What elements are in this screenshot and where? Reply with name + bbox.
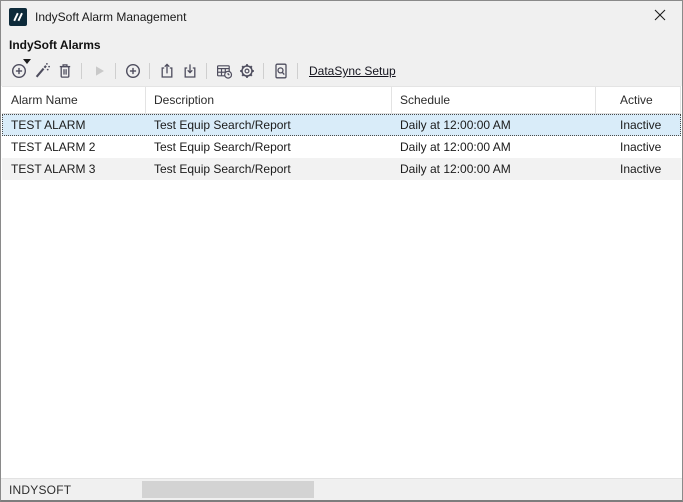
- toolbar-separator: [149, 63, 150, 79]
- plus-circle-dropdown-icon: [10, 62, 28, 80]
- status-bar: INDYSOFT: [1, 478, 682, 500]
- toolbar-separator: [206, 63, 207, 79]
- magic-wand-icon: [33, 62, 51, 80]
- import-button[interactable]: [178, 58, 201, 84]
- window-title: IndySoft Alarm Management: [35, 10, 186, 24]
- delete-button[interactable]: [53, 58, 76, 84]
- column-header-schedule[interactable]: Schedule: [392, 87, 596, 113]
- play-icon: [90, 62, 108, 80]
- toolbar-separator: [81, 63, 82, 79]
- document-magnifier-icon: [272, 62, 290, 80]
- title-bar: IndySoft Alarm Management: [1, 1, 682, 33]
- cell-alarm-name: TEST ALARM: [2, 114, 146, 136]
- cell-description: Test Equip Search/Report: [146, 136, 392, 158]
- add-button[interactable]: [121, 58, 144, 84]
- wizard-button[interactable]: [30, 58, 53, 84]
- toolbar-separator: [297, 63, 298, 79]
- cell-schedule: Daily at 12:00:00 AM: [392, 136, 596, 158]
- column-header-description[interactable]: Description: [146, 87, 392, 113]
- cell-description: Test Equip Search/Report: [146, 114, 392, 136]
- table-row[interactable]: TEST ALARM 2 Test Equip Search/Report Da…: [2, 136, 681, 158]
- close-icon: [654, 9, 666, 24]
- toolbar-separator: [263, 63, 264, 79]
- export-button[interactable]: [155, 58, 178, 84]
- table-row[interactable]: TEST ALARM 3 Test Equip Search/Report Da…: [2, 158, 681, 180]
- progress-bar: [142, 481, 314, 498]
- section-title: IndySoft Alarms: [9, 38, 101, 52]
- cell-alarm-name: TEST ALARM 3: [2, 158, 146, 180]
- toolbar-separator: [115, 63, 116, 79]
- cell-active: Inactive: [596, 114, 681, 136]
- column-header-alarm-name[interactable]: Alarm Name: [2, 87, 146, 113]
- gear-icon: [238, 62, 256, 80]
- add-alarm-dropdown-button[interactable]: [7, 58, 30, 84]
- table-clock-icon: [215, 62, 233, 80]
- app-window: IndySoft Alarm Management IndySoft Alarm…: [0, 0, 683, 502]
- trash-icon: [56, 62, 74, 80]
- cell-active: Inactive: [596, 158, 681, 180]
- table-row[interactable]: TEST ALARM Test Equip Search/Report Dail…: [2, 114, 681, 136]
- toolbar: DataSync Setup: [7, 57, 396, 85]
- run-button[interactable]: [87, 58, 110, 84]
- cell-active: Inactive: [596, 136, 681, 158]
- box-arrow-down-icon: [181, 62, 199, 80]
- alarms-table: Alarm Name Description Schedule Active T…: [2, 86, 681, 478]
- status-label: INDYSOFT: [9, 483, 71, 497]
- cell-schedule: Daily at 12:00:00 AM: [392, 158, 596, 180]
- schedule-button[interactable]: [212, 58, 235, 84]
- column-header-active[interactable]: Active: [596, 87, 681, 113]
- close-button[interactable]: [637, 1, 682, 32]
- plus-circle-icon: [124, 62, 142, 80]
- indysoft-logo-icon: [9, 8, 27, 26]
- preview-button[interactable]: [269, 58, 292, 84]
- cell-schedule: Daily at 12:00:00 AM: [392, 114, 596, 136]
- datasync-setup-link[interactable]: DataSync Setup: [309, 64, 396, 78]
- cell-alarm-name: TEST ALARM 2: [2, 136, 146, 158]
- settings-button[interactable]: [235, 58, 258, 84]
- table-header-row: Alarm Name Description Schedule Active: [2, 87, 681, 114]
- cell-description: Test Equip Search/Report: [146, 158, 392, 180]
- box-arrow-up-icon: [158, 62, 176, 80]
